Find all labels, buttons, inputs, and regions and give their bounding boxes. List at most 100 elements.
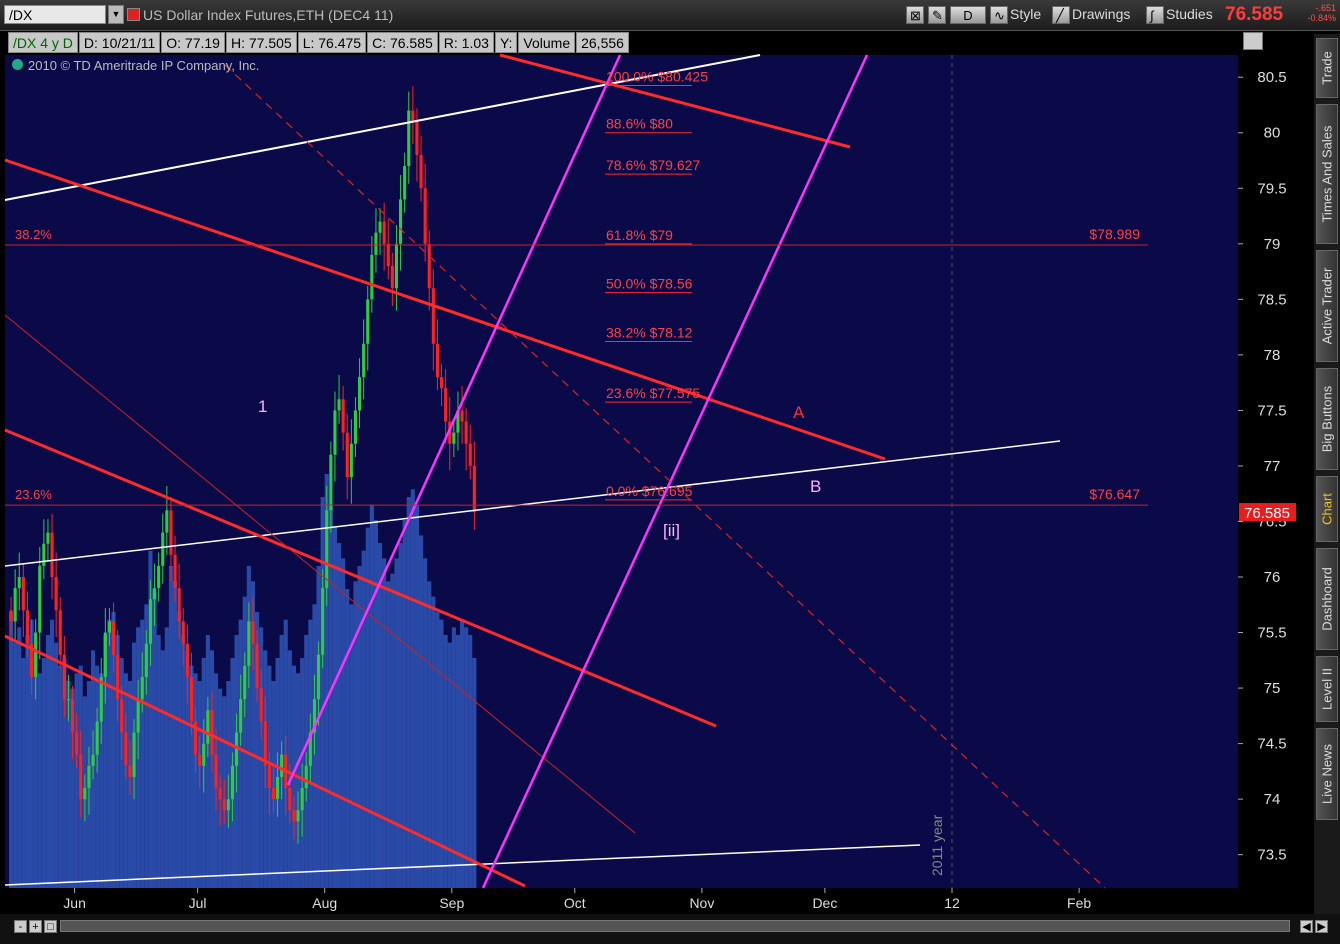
zoom-out-button[interactable]: -: [14, 920, 27, 933]
volume-bar: [378, 543, 383, 888]
fib-level-label: 0.0% $76.695: [606, 483, 693, 499]
candle-body: [358, 377, 362, 411]
volume-bar: [25, 635, 30, 888]
volume-bar: [332, 527, 337, 888]
volume-label: Volume: [518, 32, 576, 53]
volume-bar: [390, 573, 395, 888]
candle-body: [255, 643, 259, 689]
candle-body: [140, 676, 144, 700]
side-tab[interactable]: Big Buttons: [1316, 368, 1338, 470]
price-chart[interactable]: 2011 year 1 A B [ii] 100.0% $80.425 88.6% $8…: [0, 0, 1340, 944]
volume-bar: [205, 635, 210, 888]
volume-bar: [337, 543, 342, 888]
time-tick-label: Sep: [439, 895, 464, 911]
side-tab-label: Times And Sales: [1319, 125, 1335, 223]
volume-bar: [13, 642, 18, 888]
candle-body: [280, 754, 284, 777]
volume-bar: [177, 612, 182, 888]
candle-body: [337, 399, 341, 411]
side-tab-label: Big Buttons: [1319, 385, 1335, 453]
candle-body: [38, 565, 42, 633]
side-tab[interactable]: Active Trader: [1316, 250, 1338, 362]
side-tab-label: Trade: [1319, 51, 1335, 85]
volume-bar: [357, 566, 362, 888]
last-price-tag-label: 76.585: [1244, 505, 1290, 522]
ohlc-header: /DX 4 y D D: 10/21/11 O: 77.19 H: 77.505…: [8, 32, 630, 53]
time-tick-label: Aug: [312, 895, 337, 911]
side-tab[interactable]: Times And Sales: [1316, 104, 1338, 244]
y-readout: Y:: [494, 32, 518, 53]
fib-level-label: 61.8% $79: [606, 227, 673, 243]
volume-bar: [168, 566, 173, 888]
candle-body: [325, 510, 329, 589]
candle-body: [427, 243, 431, 289]
candle-body: [116, 654, 120, 700]
scroll-right-button[interactable]: ▶: [1315, 920, 1328, 933]
candle-body: [132, 732, 136, 777]
year-label: 2011 year: [929, 814, 945, 876]
volume-bar: [54, 642, 59, 888]
candle-body: [13, 588, 17, 622]
zoom-in-button[interactable]: +: [29, 920, 42, 933]
candle-body: [42, 543, 46, 566]
price-tick-label: 74.5: [1257, 736, 1286, 753]
volume-bar: [373, 520, 378, 888]
candle-body: [103, 632, 107, 677]
zoom-fit-button[interactable]: □: [44, 920, 57, 933]
side-tab-label: Chart: [1319, 493, 1335, 525]
candle-body: [390, 266, 394, 289]
candle-body: [210, 710, 214, 755]
candle-body: [218, 788, 222, 800]
candle-body: [345, 432, 349, 478]
chart-settings-icon[interactable]: [1243, 32, 1263, 50]
candle-body: [382, 221, 386, 244]
wave-label: B: [810, 477, 821, 496]
candle-body: [91, 754, 95, 766]
side-tab[interactable]: Live News: [1316, 728, 1338, 820]
scroll-left-button[interactable]: ◀: [1300, 920, 1313, 933]
time-tick-label: Dec: [812, 895, 837, 911]
candle-body: [198, 754, 202, 766]
candle-body: [112, 621, 116, 655]
candle-body: [153, 588, 157, 600]
candle-body: [399, 199, 403, 244]
price-tick-label: 78: [1264, 347, 1281, 364]
side-tab[interactable]: Trade: [1316, 38, 1338, 98]
time-tick-label: Jun: [63, 895, 86, 911]
volume-bar: [181, 635, 186, 888]
candle-body: [34, 632, 38, 677]
candle-body: [95, 721, 99, 755]
fib-level-label: 88.6% $80: [606, 116, 673, 132]
candle-body: [288, 788, 292, 811]
volume-bar: [37, 673, 42, 888]
candle-body: [267, 765, 271, 789]
candle-body: [185, 643, 189, 677]
side-tab[interactable]: Level II: [1316, 656, 1338, 722]
candle-body: [214, 754, 218, 789]
candle-body: [353, 410, 357, 444]
wave-label: A: [793, 403, 805, 422]
volume-bar: [152, 589, 157, 888]
volume-bar: [414, 504, 419, 888]
price-tick-label: 80: [1264, 125, 1281, 142]
horizontal-scrollbar[interactable]: [60, 920, 1290, 932]
volume-bar: [402, 520, 407, 888]
candle-body: [157, 565, 161, 589]
volume-bar: [431, 596, 436, 888]
candle-body: [452, 432, 456, 444]
candle-body: [17, 577, 21, 589]
volume-bar: [58, 665, 63, 888]
price-axis: 73.57474.57575.57676.57777.57878.57979.5…: [1238, 55, 1297, 888]
volume-bar: [386, 581, 391, 888]
side-tab[interactable]: Chart: [1316, 476, 1338, 542]
volume-bar: [410, 489, 415, 888]
candle-body: [251, 621, 255, 644]
candle-body: [83, 788, 87, 800]
candle-body: [165, 510, 169, 533]
volume-bar: [107, 619, 112, 888]
candle-body: [173, 554, 177, 589]
candle-body: [419, 154, 423, 189]
side-tab[interactable]: Dashboard: [1316, 548, 1338, 650]
candle-body: [230, 765, 234, 800]
volume-bar: [468, 635, 473, 888]
